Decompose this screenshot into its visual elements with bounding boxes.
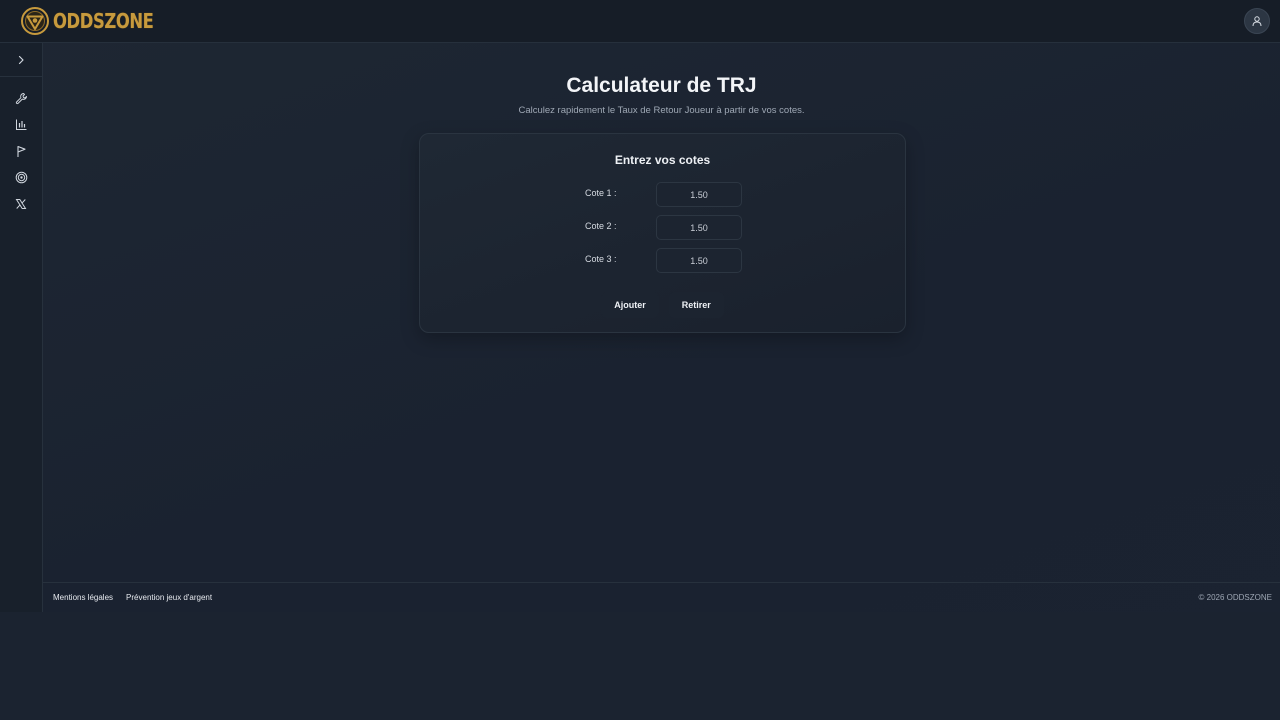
copyright-text: © 2026 ODDSZONE: [1198, 593, 1272, 602]
card-actions: Ajouter Retirer: [420, 292, 905, 318]
x-logo-icon: [15, 199, 27, 210]
app-root: ODDSZONE Calculateur de TRJ Calculez rap…: [0, 0, 1280, 720]
odd-row-3: Cote 3 :: [420, 248, 905, 273]
top-header: ODDSZONE: [0, 0, 1280, 43]
sidebar-item-stats[interactable]: [0, 112, 43, 139]
sidebar-item-tools[interactable]: [0, 85, 43, 112]
remove-odd-button[interactable]: Retirer: [668, 292, 724, 318]
add-odd-button[interactable]: Ajouter: [601, 292, 659, 318]
footer-link-legal[interactable]: Mentions légales: [53, 593, 113, 602]
odd-input-3[interactable]: [656, 248, 742, 273]
target-icon: [15, 171, 27, 184]
page-subtitle: Calculez rapidement le Taux de Retour Jo…: [518, 105, 805, 116]
flag-icon: [16, 145, 26, 157]
oddszone-logo-icon: [21, 7, 49, 35]
bar-chart-icon: [15, 119, 26, 131]
odd-row-2: Cote 2 :: [420, 215, 905, 240]
sidebar-toggle-button[interactable]: [0, 43, 42, 77]
odd-input-2[interactable]: [656, 215, 742, 240]
wrench-icon: [15, 92, 27, 104]
odd-label-3: Cote 3 :: [585, 254, 617, 264]
sidebar-item-flag[interactable]: [0, 138, 43, 165]
odds-calculator-card: Entrez vos cotes Cote 1 : Cote 2 : Cote …: [419, 133, 906, 333]
odd-label-1: Cote 1 :: [585, 188, 617, 198]
odd-row-1: Cote 1 :: [420, 182, 905, 207]
user-icon: [1252, 16, 1262, 27]
brand-name: ODDSZONE: [53, 9, 154, 33]
odd-input-1[interactable]: [656, 182, 742, 207]
odd-label-2: Cote 2 :: [585, 221, 617, 231]
main-content: Calculateur de TRJ Calculez rapidement l…: [43, 43, 1280, 582]
footer-link-gambling-prevention[interactable]: Prévention jeux d'argent: [126, 593, 212, 602]
sidebar-item-target[interactable]: [0, 165, 43, 192]
chevron-right-icon: [18, 55, 24, 64]
sidebar: [0, 43, 43, 612]
card-title: Entrez vos cotes: [614, 153, 711, 167]
footer: Mentions légales Prévention jeux d'argen…: [43, 582, 1280, 612]
account-button[interactable]: [1244, 8, 1270, 34]
page-title: Calculateur de TRJ: [566, 74, 757, 97]
brand-logo[interactable]: ODDSZONE: [20, 6, 176, 36]
sidebar-item-x[interactable]: [0, 191, 43, 218]
footer-links: Mentions légales Prévention jeux d'argen…: [53, 593, 212, 602]
page-bottom-area: [0, 612, 1280, 720]
sidebar-nav: [0, 77, 42, 218]
